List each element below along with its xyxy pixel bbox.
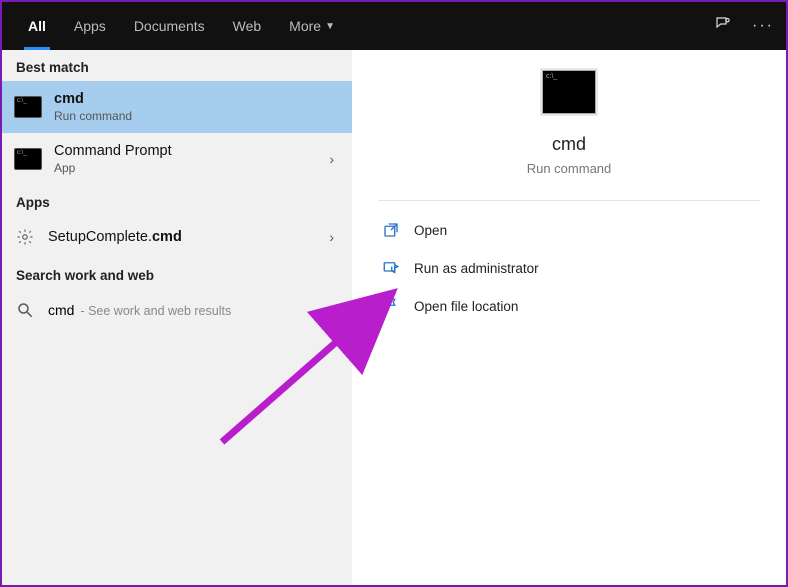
tab-more[interactable]: More ▼ <box>275 2 349 50</box>
settings-file-icon <box>14 226 36 248</box>
result-setupcomplete-title: SetupComplete.cmd <box>48 229 311 245</box>
action-open-location-label: Open file location <box>414 299 518 314</box>
result-setupcomplete-bold: cmd <box>152 229 182 245</box>
search-body: Best match cmd Run command Command Promp… <box>2 50 786 585</box>
tab-apps[interactable]: Apps <box>60 2 120 50</box>
action-run-admin-label: Run as administrator <box>414 261 539 276</box>
action-open[interactable]: Open <box>378 211 760 249</box>
preview-panel: cmd Run command Open Run as administrato… <box>352 50 786 585</box>
section-best-match: Best match <box>2 50 352 81</box>
result-command-prompt-texts: Command Prompt App <box>54 143 311 175</box>
result-cmd-title: cmd <box>54 91 340 107</box>
tab-web[interactable]: Web <box>219 2 276 50</box>
tab-documents[interactable]: Documents <box>120 2 219 50</box>
divider <box>378 200 760 201</box>
shield-admin-icon <box>382 259 400 277</box>
filter-tabs: All Apps Documents Web More ▼ <box>14 2 349 50</box>
web-hint: - See work and web results <box>80 304 231 318</box>
chevron-right-icon[interactable]: › <box>323 302 340 318</box>
search-icon <box>14 299 36 321</box>
command-prompt-icon <box>14 148 42 170</box>
section-apps: Apps <box>2 185 352 216</box>
result-command-prompt-title: Command Prompt <box>54 143 311 159</box>
action-list: Open Run as administrator Open file loca… <box>378 211 760 325</box>
action-open-label: Open <box>414 223 447 238</box>
web-query: cmd <box>48 302 74 318</box>
tab-more-label: More <box>289 18 321 34</box>
result-setupcomplete[interactable]: SetupComplete.cmd › <box>2 216 352 258</box>
action-open-file-location[interactable]: Open file location <box>378 287 760 325</box>
chevron-right-icon[interactable]: › <box>323 151 340 167</box>
result-web-search[interactable]: cmd - See work and web results › <box>2 289 352 331</box>
start-search-window: All Apps Documents Web More ▼ ··· Best m… <box>0 0 788 587</box>
preview-sub: Run command <box>527 161 612 176</box>
feedback-icon[interactable] <box>714 15 732 38</box>
result-command-prompt[interactable]: Command Prompt App › <box>2 133 352 185</box>
result-cmd-sub: Run command <box>54 109 340 123</box>
preview-title: cmd <box>552 134 586 155</box>
action-run-as-administrator[interactable]: Run as administrator <box>378 249 760 287</box>
top-tab-bar: All Apps Documents Web More ▼ ··· <box>2 2 786 50</box>
top-right-controls: ··· <box>714 15 774 38</box>
result-cmd[interactable]: cmd Run command <box>2 81 352 133</box>
folder-location-icon <box>382 297 400 315</box>
result-command-prompt-sub: App <box>54 161 311 175</box>
open-icon <box>382 221 400 239</box>
cmd-icon <box>14 96 42 118</box>
tab-all[interactable]: All <box>14 2 60 50</box>
result-setupcomplete-prefix: SetupComplete. <box>48 229 152 245</box>
section-search-work-web: Search work and web <box>2 258 352 289</box>
result-cmd-texts: cmd Run command <box>54 91 340 123</box>
preview-cmd-icon <box>542 70 596 114</box>
chevron-right-icon[interactable]: › <box>323 229 340 245</box>
chevron-down-icon: ▼ <box>325 21 335 32</box>
results-panel: Best match cmd Run command Command Promp… <box>2 50 352 585</box>
result-web-texts: cmd - See work and web results <box>48 302 311 318</box>
result-setupcomplete-texts: SetupComplete.cmd <box>48 229 311 245</box>
more-options-icon[interactable]: ··· <box>752 17 774 35</box>
